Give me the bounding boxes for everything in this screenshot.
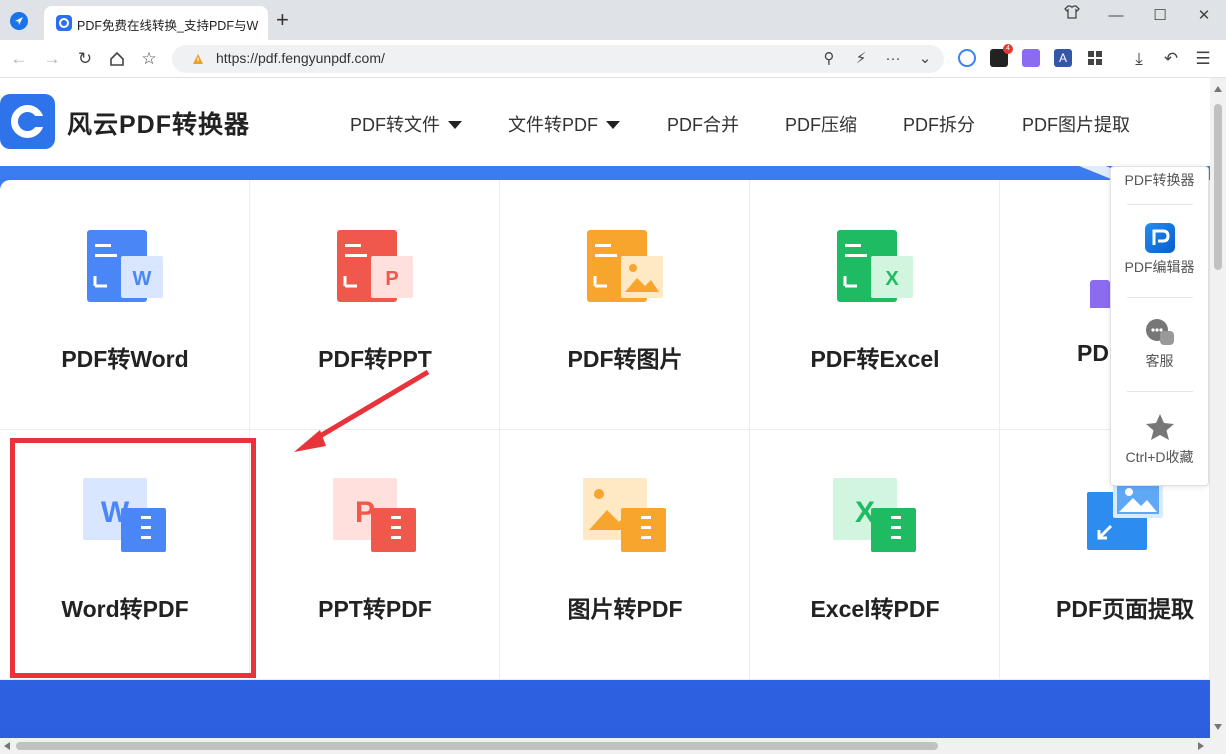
side-pdf-converter[interactable]: PDF转换器 (1111, 170, 1208, 190)
menu-pdf-split[interactable]: PDF拆分 (903, 111, 975, 137)
image-to-pdf-icon (575, 474, 675, 554)
site-logo-icon[interactable] (0, 94, 55, 149)
pdf-editor-icon (1144, 223, 1175, 253)
tool-pdf-to-image[interactable]: PDF转图片 (500, 180, 750, 430)
excel-to-pdf-icon: X (825, 474, 925, 554)
browser-logo-icon[interactable] (10, 12, 28, 30)
home-icon[interactable] (106, 48, 128, 70)
scroll-right-icon[interactable] (1198, 742, 1204, 750)
more-icon[interactable]: ··· (882, 49, 904, 69)
ppt-to-pdf-icon: P (325, 474, 425, 554)
browser-tab-active[interactable]: PDF免费在线转换_支持PDF与W (44, 6, 268, 40)
svg-text:X: X (885, 268, 899, 290)
url-text[interactable]: https://pdf.fengyunpdf.com/ (216, 50, 385, 66)
tool-pdf-to-word[interactable]: W PDF转Word (0, 180, 250, 430)
menu-file-to-pdf[interactable]: 文件转PDF (508, 111, 620, 137)
apps-grid-icon[interactable] (1086, 49, 1104, 67)
site-logo-text[interactable]: 风云PDF转换器 (67, 105, 250, 141)
lightning-icon[interactable]: ⚡ (850, 49, 872, 69)
zoom-icon[interactable]: ⚲ (818, 49, 840, 69)
floating-side-panel: PDF转换器 PDF编辑器 客服 Ctrl+D收藏 (1110, 166, 1209, 486)
menu-icon[interactable]: ☰ (1192, 48, 1214, 70)
extension-translate-icon[interactable]: A (1054, 49, 1072, 67)
star-icon (1144, 411, 1176, 443)
warning-icon (193, 54, 203, 64)
scroll-down-icon[interactable] (1214, 724, 1222, 730)
annotation-arrow-icon (294, 369, 430, 452)
reload-icon[interactable]: ↻ (74, 48, 96, 70)
menu-pdf-merge[interactable]: PDF合并 (667, 111, 739, 137)
horizontal-scroll-thumb[interactable] (16, 742, 938, 750)
menu-pdf-compress[interactable]: PDF压缩 (785, 111, 857, 137)
favorites-star-icon[interactable]: ☆ (138, 48, 160, 70)
pdf-to-image-icon (575, 228, 675, 308)
highlight-box (10, 438, 256, 678)
tab-title: PDF免费在线转换_支持PDF与W (77, 19, 259, 33)
chat-icon (1144, 317, 1176, 349)
tool-label: 图片转PDF (567, 596, 683, 622)
tool-label: PDF转Excel (810, 346, 940, 372)
tool-label: PDF转图片 (567, 346, 683, 372)
extension-minus-icon[interactable] (958, 49, 976, 67)
forward-icon[interactable]: → (41, 48, 63, 70)
tool-label: PDF转Word (61, 346, 189, 372)
scroll-left-icon[interactable] (4, 742, 10, 750)
browser-nav-bar: ← → ↻ ☆ https://pdf.fengyunpdf.com/ ⚲ ⚡ … (0, 40, 1226, 78)
side-bookmark[interactable]: Ctrl+D收藏 (1111, 411, 1208, 467)
horizontal-scrollbar[interactable] (0, 738, 1226, 754)
menu-pdf-image-extract[interactable]: PDF图片提取 (1022, 111, 1130, 137)
browser-tab-bar: PDF免费在线转换_支持PDF与W + — ☐ ✕ (0, 0, 1226, 40)
tool-label: PDF页面提取 (1056, 596, 1194, 622)
extension-badge: 4 (1003, 44, 1013, 54)
vertical-scrollbar[interactable] (1210, 78, 1226, 738)
minimize-button[interactable]: — (1102, 4, 1130, 28)
maximize-button[interactable]: ☐ (1146, 4, 1174, 28)
pdf-to-ppt-icon: P (325, 228, 425, 308)
side-pdf-editor[interactable]: PDF编辑器 (1111, 223, 1208, 277)
caret-down-icon (606, 121, 620, 129)
tool-pdf-to-excel[interactable]: X PDF转Excel (750, 180, 1000, 430)
side-customer-service[interactable]: 客服 (1111, 317, 1208, 371)
download-icon[interactable]: ⤓ (1128, 48, 1150, 70)
svg-text:P: P (385, 268, 398, 290)
tool-label: Excel转PDF (810, 596, 940, 622)
extension-purple-icon[interactable] (1022, 49, 1040, 67)
tool-image-to-pdf[interactable]: 图片转PDF (500, 430, 750, 680)
tab-favicon-icon (56, 15, 72, 31)
undo-icon[interactable]: ↶ (1160, 48, 1182, 70)
tool-ppt-to-pdf[interactable]: P PPT转PDF (250, 430, 500, 680)
tool-excel-to-pdf[interactable]: X Excel转PDF (750, 430, 1000, 680)
new-tab-button[interactable]: + (276, 8, 289, 32)
pdf-to-word-icon: W (75, 228, 175, 308)
address-bar[interactable]: https://pdf.fengyunpdf.com/ ⚲ ⚡ ··· ⌄ (172, 45, 944, 73)
chevron-down-icon[interactable]: ⌄ (914, 49, 936, 69)
tool-label: PPT转PDF (318, 596, 432, 622)
menu-pdf-to-file[interactable]: PDF转文件 (350, 111, 462, 137)
svg-text:W: W (133, 268, 152, 290)
pdf-to-excel-icon: X (825, 228, 925, 308)
scroll-up-icon[interactable] (1214, 86, 1222, 92)
back-icon[interactable]: ← (8, 48, 30, 70)
caret-down-icon (448, 121, 462, 129)
pdf-page-extract-icon (1075, 474, 1175, 554)
site-header: 风云PDF转换器 PDF转文件 文件转PDF PDF合并 PDF压缩 PDF拆分… (0, 78, 1210, 166)
close-window-button[interactable]: ✕ (1190, 4, 1218, 28)
vertical-scroll-thumb[interactable] (1214, 104, 1222, 270)
shirt-icon[interactable] (1058, 4, 1086, 28)
